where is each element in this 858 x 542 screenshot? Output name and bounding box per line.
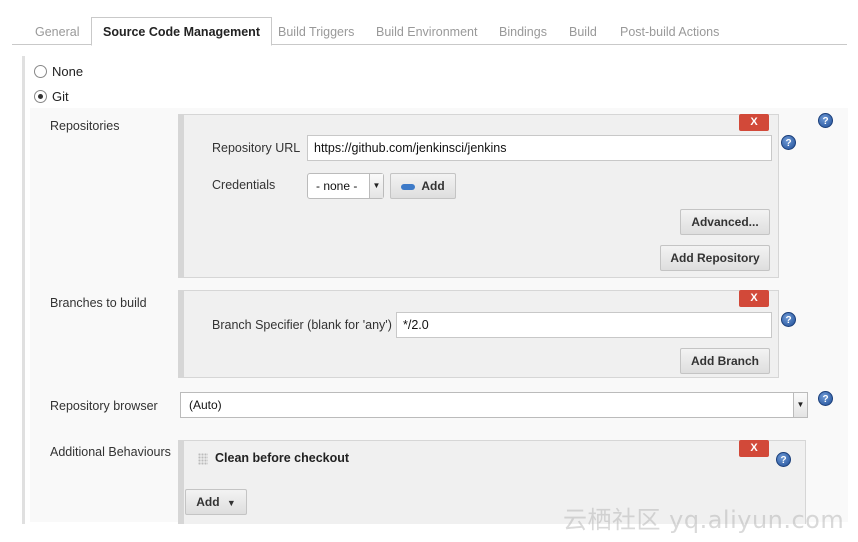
add-credentials-button[interactable]: Add (390, 173, 456, 199)
scm-option-none-label: None (52, 64, 84, 79)
clean-before-checkout-title: Clean before checkout (215, 451, 350, 465)
branch-specifier-label: Branch Specifier (blank for 'any') (212, 318, 392, 332)
delete-behaviour-button[interactable]: X (739, 440, 769, 457)
radio-none[interactable] (34, 65, 47, 78)
watermark: 云栖社区 yq.aliyun.com (563, 506, 845, 534)
tab-general[interactable]: General (24, 18, 90, 46)
branches-label: Branches to build (50, 296, 147, 310)
tab-bindings[interactable]: Bindings (488, 18, 558, 46)
help-icon[interactable]: ? (818, 113, 833, 128)
credentials-select[interactable]: - none - ▼ (307, 173, 384, 199)
add-credentials-label: Add (421, 179, 445, 193)
repository-browser-select[interactable]: (Auto) ▼ (180, 392, 808, 418)
scm-option-git[interactable]: Git (34, 89, 69, 104)
help-icon[interactable]: ? (776, 452, 791, 467)
advanced-button[interactable]: Advanced... (680, 209, 770, 235)
repository-browser-value: (Auto) (189, 398, 222, 412)
chevron-down-icon: ▼ (793, 393, 807, 417)
chevron-down-icon: ▼ (369, 174, 383, 198)
add-behaviour-button[interactable]: Add ▼ (185, 489, 247, 515)
delete-repository-button[interactable]: X (739, 114, 769, 131)
repository-browser-label: Repository browser (50, 399, 158, 413)
tab-source-code-management[interactable]: Source Code Management (91, 17, 272, 46)
add-behaviour-label: Add (196, 495, 220, 509)
help-icon[interactable]: ? (818, 391, 833, 406)
additional-behaviours-label: Additional Behaviours (50, 445, 171, 459)
radio-git[interactable] (34, 90, 47, 103)
key-icon (401, 183, 416, 190)
branch-specifier-input[interactable]: */2.0 (396, 312, 772, 338)
tab-post-build-actions[interactable]: Post-build Actions (609, 18, 730, 46)
credentials-select-value: - none - (316, 179, 358, 193)
tab-build-triggers[interactable]: Build Triggers (267, 18, 365, 46)
scm-option-git-label: Git (52, 89, 69, 104)
tab-build-environment[interactable]: Build Environment (365, 18, 488, 46)
tab-build[interactable]: Build (558, 18, 608, 46)
help-icon[interactable]: ? (781, 135, 796, 150)
repository-url-label: Repository URL (212, 141, 301, 155)
config-tabs: General Source Code Management Build Tri… (12, 0, 847, 46)
credentials-label: Credentials (212, 178, 276, 192)
section-indicator-bar (22, 56, 25, 524)
delete-branch-button[interactable]: X (739, 290, 769, 307)
caret-down-icon: ▼ (226, 498, 236, 508)
add-repository-button[interactable]: Add Repository (660, 245, 770, 271)
repository-url-input[interactable]: https://github.com/jenkinsci/jenkins (307, 135, 772, 161)
scm-option-none[interactable]: None (34, 64, 83, 79)
help-icon[interactable]: ? (781, 312, 796, 327)
repositories-label: Repositories (50, 119, 120, 133)
drag-handle-icon[interactable] (198, 453, 208, 465)
add-branch-button[interactable]: Add Branch (680, 348, 770, 374)
